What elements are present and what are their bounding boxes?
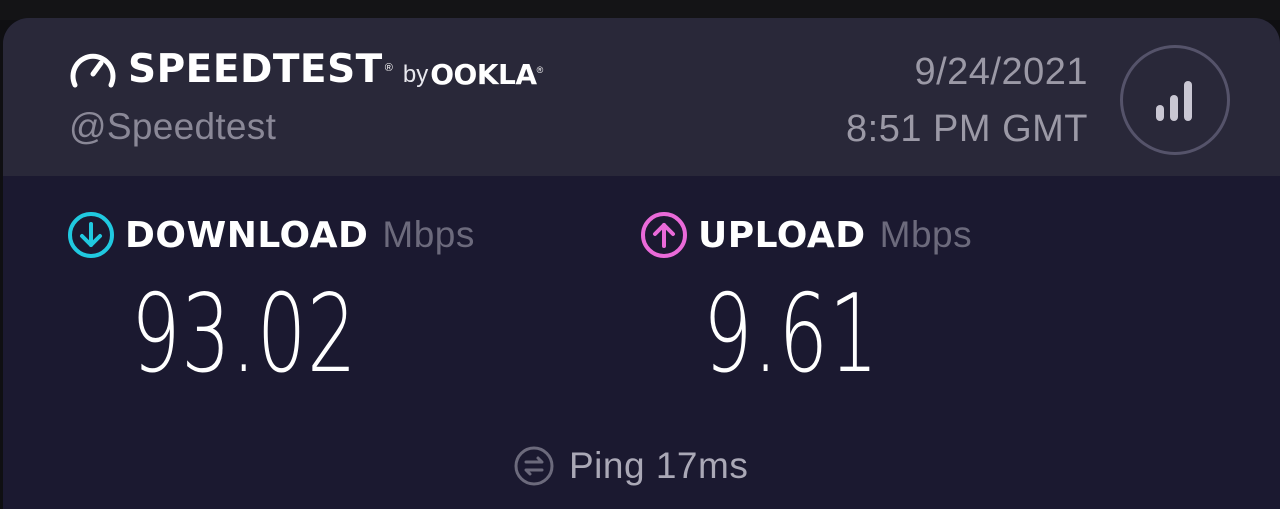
test-time: 8:51 PM GMT	[846, 108, 1088, 150]
test-date: 9/24/2021	[914, 51, 1088, 93]
download-label: DOWNLOAD	[125, 214, 369, 256]
brand-partner: OOKLA	[430, 57, 537, 91]
card-header: SPEEDTEST ® by OOKLA ® @Speedtest 9/24/202…	[3, 18, 1280, 176]
gauge-icon	[70, 53, 116, 88]
download-unit: Mbps	[382, 214, 475, 255]
upload-label: UPLOAD	[698, 214, 866, 256]
results-button[interactable]	[1120, 45, 1230, 155]
ping-row: Ping 17ms	[513, 444, 748, 488]
top-strip	[0, 0, 1280, 20]
download-header: DOWNLOAD Mbps	[67, 212, 475, 258]
upload-header: UPLOAD Mbps	[640, 212, 973, 258]
ping-value: 17ms	[655, 445, 749, 486]
ping-text: Ping 17ms	[569, 445, 748, 487]
result-card: SPEEDTEST ® by OOKLA ® @Speedtest 9/24/202…	[3, 18, 1280, 509]
bar-chart-icon	[1156, 81, 1192, 121]
ping-label: Ping	[569, 445, 646, 486]
upload-value: 9.61	[703, 272, 880, 397]
trademark-mark: ®	[536, 65, 544, 75]
ping-icon	[514, 446, 554, 486]
brand-by: by	[402, 61, 429, 88]
brand-name: SPEEDTEST	[128, 47, 383, 92]
upload-unit: Mbps	[879, 214, 973, 255]
speedtest-logo: SPEEDTEST ® by OOKLA ®	[68, 48, 543, 92]
brand-handle: @Speedtest	[69, 106, 277, 147]
download-value: 93.02	[131, 272, 358, 397]
registered-mark: ®	[384, 62, 393, 74]
arrow-up-circle-icon	[641, 212, 687, 258]
arrow-down-circle-icon	[68, 212, 114, 258]
